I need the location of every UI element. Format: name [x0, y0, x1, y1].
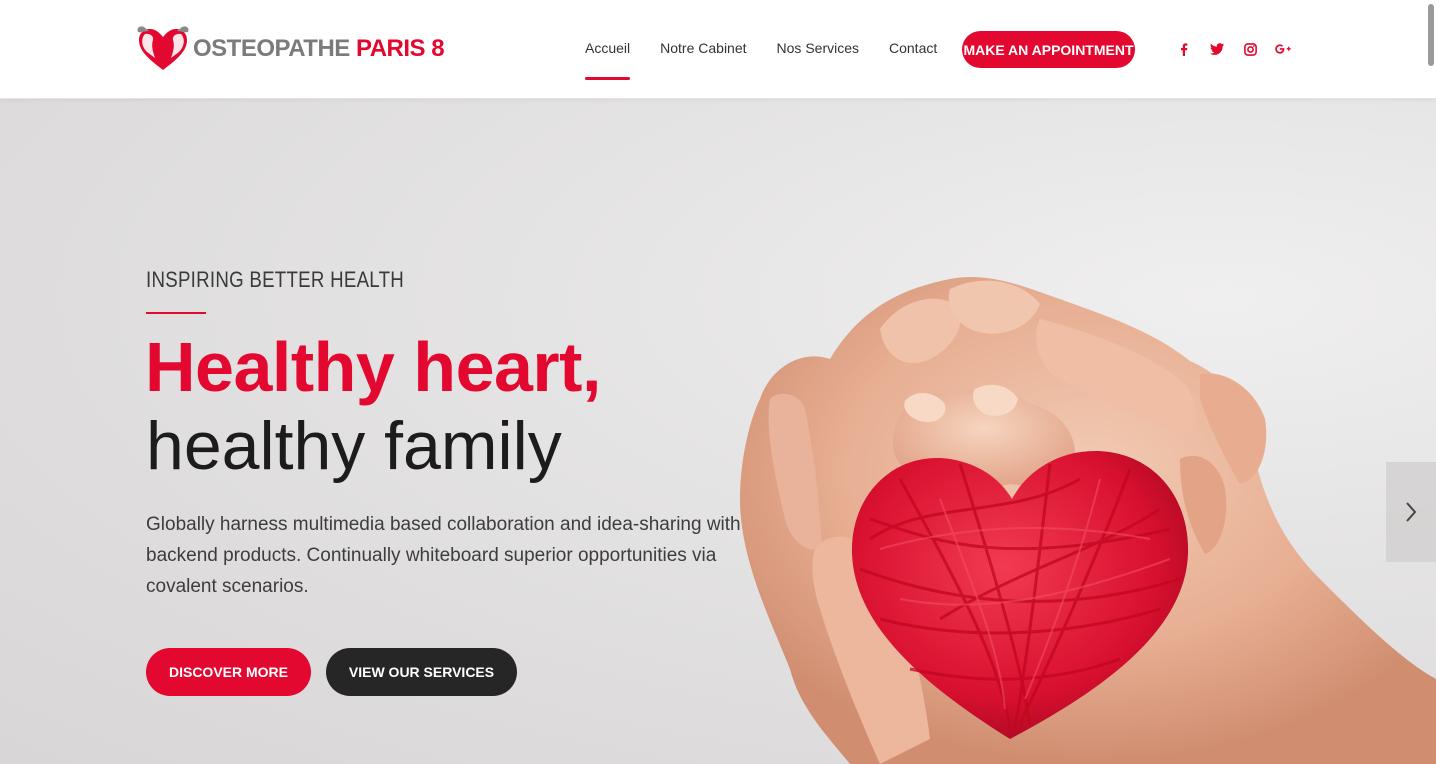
view-our-services-button[interactable]: VIEW OUR SERVICES: [326, 648, 517, 696]
main-nav: Accueil Notre Cabinet Nos Services Conta…: [585, 40, 967, 80]
hero-slider: INSPIRING BETTER HEALTH Healthy heart, h…: [0, 99, 1436, 764]
nav-item-notre-cabinet[interactable]: Notre Cabinet: [660, 40, 746, 80]
twitter-icon[interactable]: [1209, 40, 1225, 58]
page-scrollbar-thumb[interactable]: [1428, 4, 1434, 66]
site-name-part2: PARIS 8: [355, 35, 445, 62]
site-header: OSTEOPATHE PARIS 8 Accueil Notre Cabinet…: [0, 0, 1436, 99]
site-name: OSTEOPATHE PARIS 8: [193, 35, 445, 63]
site-name-part1: OSTEOPATHE: [193, 35, 350, 62]
hands-heart-icon: [137, 26, 189, 70]
nav-item-nos-services[interactable]: Nos Services: [777, 40, 859, 80]
slider-next-button[interactable]: [1386, 462, 1436, 562]
hero-title-line2: healthy family: [146, 408, 562, 484]
hero-description: Globally harness multimedia based collab…: [146, 514, 741, 597]
site-logo[interactable]: OSTEOPATHE PARIS 8: [135, 24, 445, 72]
make-appointment-button[interactable]: MAKE AN APPOINTMENT: [962, 31, 1135, 68]
hero-kicker: INSPIRING BETTER HEALTH: [146, 267, 405, 292]
nav-item-accueil[interactable]: Accueil: [585, 40, 631, 80]
discover-more-button[interactable]: DISCOVER MORE: [146, 648, 311, 696]
google-plus-icon[interactable]: [1275, 40, 1291, 58]
social-links: [1176, 40, 1308, 58]
kicker-divider: [146, 312, 206, 314]
facebook-icon[interactable]: [1176, 40, 1192, 58]
hero-title-line1: Healthy heart,: [145, 328, 601, 406]
nav-item-contact[interactable]: Contact: [889, 40, 937, 80]
instagram-icon[interactable]: [1242, 40, 1258, 58]
chevron-right-icon: [1406, 502, 1417, 522]
